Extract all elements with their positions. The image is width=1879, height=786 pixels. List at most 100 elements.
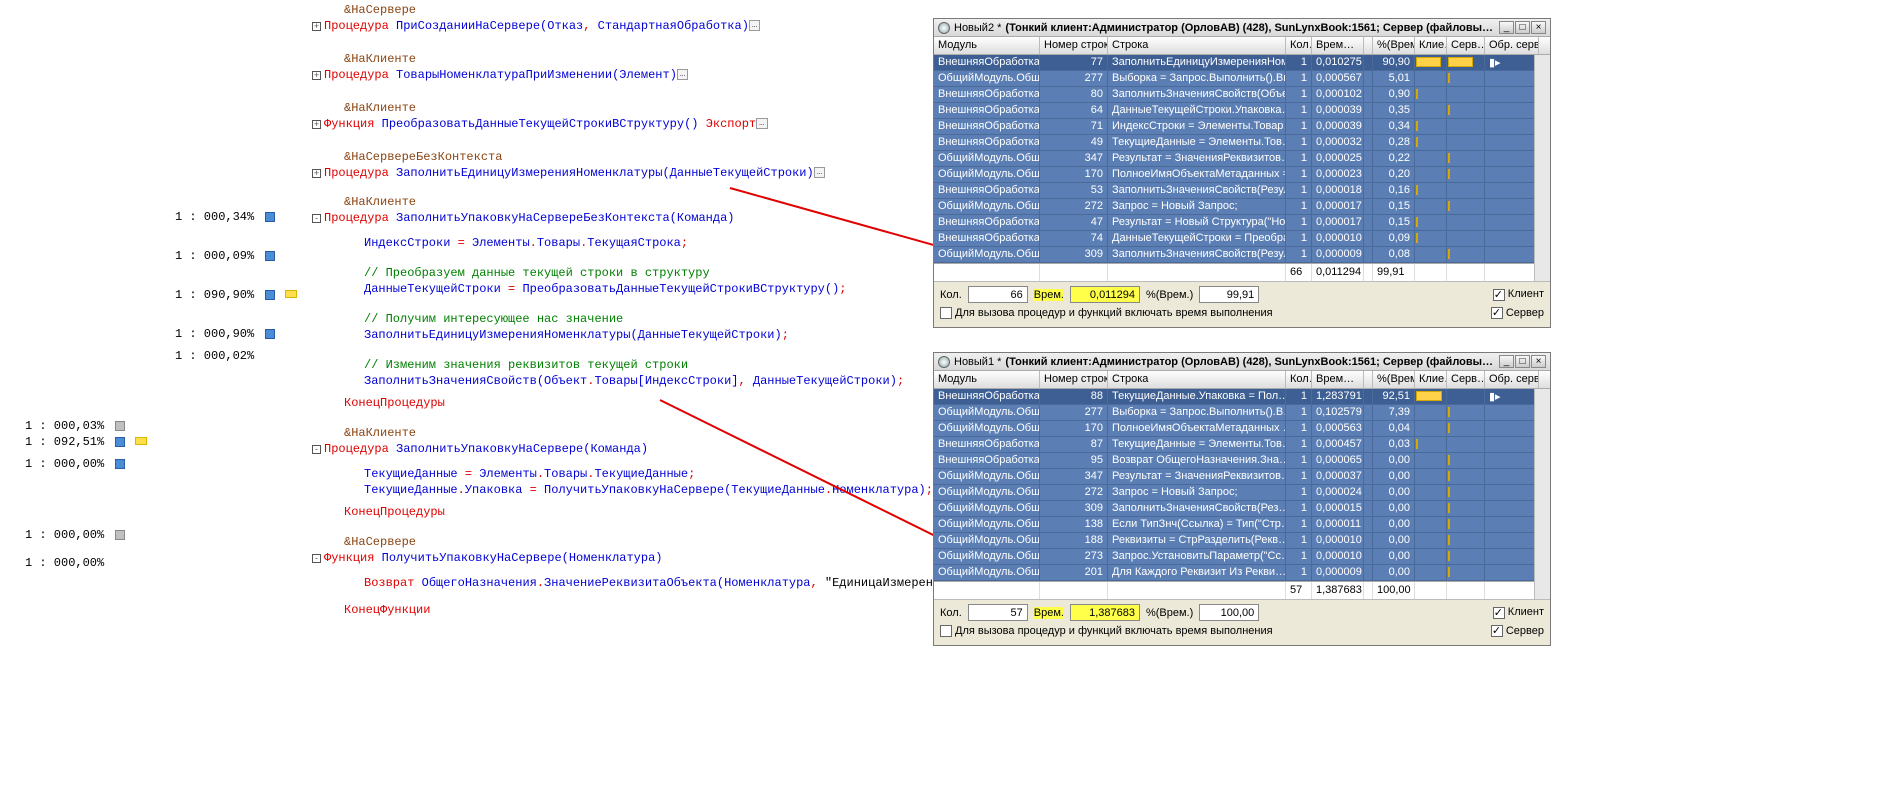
column-header[interactable]: [1364, 371, 1373, 388]
table-row[interactable]: ВнешняяОбработка.З…80ЗаполнитьЗначенияСв…: [934, 87, 1550, 103]
table-row[interactable]: ОбщийМодуль.Общег…347Результат = Значени…: [934, 151, 1550, 167]
table-row[interactable]: ОбщийМодуль.Общег…277Выборка = Запрос.Вы…: [934, 405, 1550, 421]
client-checkbox[interactable]: Клиент: [1493, 288, 1544, 300]
include-call-time-checkbox[interactable]: Для вызова процедур и функций включать в…: [940, 625, 1273, 637]
code-line[interactable]: // Изменим значения реквизитов текущей с…: [364, 358, 688, 374]
code-line[interactable]: Процедура ПриСозданииНаСервере(Отказ, Ст…: [324, 19, 760, 35]
server-checkbox[interactable]: Сервер: [1491, 307, 1544, 319]
count-field[interactable]: [968, 286, 1028, 303]
code-line[interactable]: &НаСервере: [344, 3, 416, 19]
code-fold-toggle[interactable]: +: [312, 71, 321, 80]
client-checkbox[interactable]: Клиент: [1493, 606, 1544, 618]
profiler-table[interactable]: МодульНомер строкиСтрокаКол…Врем… %(Врем…: [934, 37, 1550, 281]
code-line[interactable]: КонецПроцедуры: [344, 505, 445, 521]
table-row[interactable]: ОбщийМодуль.Общег…309ЗаполнитьЗначенияСв…: [934, 501, 1550, 517]
code-line[interactable]: Процедура ЗаполнитьУпаковкуНаСервере(Ком…: [324, 442, 648, 458]
code-line[interactable]: &НаКлиенте: [344, 426, 416, 442]
column-header[interactable]: Врем…: [1312, 37, 1364, 54]
code-line[interactable]: Процедура ЗаполнитьУпаковкуНаСервереБезК…: [324, 211, 735, 227]
code-line[interactable]: &НаКлиенте: [344, 101, 416, 117]
table-row[interactable]: ОбщийМодуль.Общег…347Результат = Значени…: [934, 469, 1550, 485]
column-header[interactable]: Номер строки: [1040, 37, 1108, 54]
code-line[interactable]: ТекущиеДанные.Упаковка = ПолучитьУпаковк…: [364, 483, 933, 499]
column-header[interactable]: Строка: [1108, 371, 1286, 388]
column-header[interactable]: Строка: [1108, 37, 1286, 54]
table-row[interactable]: ОбщийМодуль.Общег…309ЗаполнитьЗначенияСв…: [934, 247, 1550, 263]
column-header[interactable]: %(Врем.): [1373, 37, 1415, 54]
table-row[interactable]: ВнешняяОбработка.З…88ТекущиеДанные.Упако…: [934, 389, 1550, 405]
column-header[interactable]: %(Врем.): [1373, 371, 1415, 388]
code-fold-toggle[interactable]: +: [312, 169, 321, 178]
maximize-button[interactable]: □: [1515, 355, 1530, 368]
code-fold-toggle[interactable]: +: [312, 22, 321, 31]
count-field[interactable]: [968, 604, 1028, 621]
column-header[interactable]: Клие…: [1415, 371, 1447, 388]
table-row[interactable]: ОбщийМодуль.Общег…272Запрос = Новый Запр…: [934, 485, 1550, 501]
code-line[interactable]: ЗаполнитьЕдиницуИзмеренияНоменклатуры(Да…: [364, 328, 789, 344]
table-row[interactable]: ВнешняяОбработка.З…53ЗаполнитьЗначенияСв…: [934, 183, 1550, 199]
table-row[interactable]: ОбщийМодуль.Общег…272Запрос = Новый Запр…: [934, 199, 1550, 215]
code-line[interactable]: ЗаполнитьЗначенияСвойств(Объект.Товары[И…: [364, 374, 904, 390]
vertical-scrollbar[interactable]: [1534, 389, 1550, 599]
column-header[interactable]: Клие…: [1415, 37, 1447, 54]
vertical-scrollbar[interactable]: [1534, 55, 1550, 281]
pct-field[interactable]: [1199, 604, 1259, 621]
table-row[interactable]: ВнешняяОбработка.З…77ЗаполнитьЕдиницуИзм…: [934, 55, 1550, 71]
time-field[interactable]: [1070, 286, 1140, 303]
table-row[interactable]: ОбщийМодуль.Общег…188Реквизиты = СтрРазд…: [934, 533, 1550, 549]
pct-field[interactable]: [1199, 286, 1259, 303]
table-row[interactable]: ВнешняяОбработка.З…49ТекущиеДанные = Эле…: [934, 135, 1550, 151]
minimize-button[interactable]: _: [1499, 21, 1514, 34]
close-button[interactable]: ×: [1531, 21, 1546, 34]
column-header[interactable]: Серв…: [1447, 37, 1485, 54]
code-line[interactable]: КонецФункции: [344, 603, 430, 619]
code-line[interactable]: Функция ПолучитьУпаковкуНаСервере(Номенк…: [324, 551, 662, 567]
code-line[interactable]: Возврат ОбщегоНазначения.ЗначениеРеквизи…: [364, 576, 969, 592]
table-row[interactable]: ВнешняяОбработка.З…95Возврат ОбщегоНазна…: [934, 453, 1550, 469]
panel-titlebar[interactable]: Новый2 * (Тонкий клиент:Администратор (О…: [934, 19, 1550, 37]
column-header[interactable]: Кол…: [1286, 371, 1312, 388]
maximize-button[interactable]: □: [1515, 21, 1530, 34]
code-line[interactable]: Процедура ЗаполнитьЕдиницуИзмеренияНомен…: [324, 166, 825, 182]
code-line[interactable]: ИндексСтроки = Элементы.Товары.ТекущаяСт…: [364, 236, 688, 252]
code-line[interactable]: &НаСервереБезКонтекста: [344, 150, 502, 166]
profiler-table[interactable]: МодульНомер строкиСтрокаКол…Врем… %(Врем…: [934, 371, 1550, 599]
code-fold-toggle[interactable]: -: [312, 445, 321, 454]
code-line[interactable]: Функция ПреобразоватьДанныеТекущейСтроки…: [324, 117, 768, 133]
code-line[interactable]: &НаСервере: [344, 535, 416, 551]
table-row[interactable]: ВнешняяОбработка.З…87ТекущиеДанные = Эле…: [934, 437, 1550, 453]
table-row[interactable]: ОбщийМодуль.Общег…138Если ТипЗнч(Ссылка)…: [934, 517, 1550, 533]
code-fold-toggle[interactable]: -: [312, 214, 321, 223]
code-line[interactable]: Процедура ТоварыНоменклатураПриИзменении…: [324, 68, 688, 84]
table-row[interactable]: ОбщийМодуль.Общег…277Выборка = Запрос.Вы…: [934, 71, 1550, 87]
code-line[interactable]: ТекущиеДанные = Элементы.Товары.ТекущиеД…: [364, 467, 695, 483]
code-line[interactable]: КонецПроцедуры: [344, 396, 445, 412]
column-header[interactable]: Модуль: [934, 371, 1040, 388]
server-checkbox[interactable]: Сервер: [1491, 625, 1544, 637]
table-row[interactable]: ОбщийМодуль.Общег…170ПолноеИмяОбъектаМет…: [934, 421, 1550, 437]
column-header[interactable]: Обр. серве…: [1485, 37, 1539, 54]
close-button[interactable]: ×: [1531, 355, 1546, 368]
time-field[interactable]: [1070, 604, 1140, 621]
table-row[interactable]: ВнешняяОбработка.З…71ИндексСтроки = Элем…: [934, 119, 1550, 135]
table-row[interactable]: ОбщийМодуль.Общег…201Для Каждого Реквизи…: [934, 565, 1550, 581]
code-line[interactable]: &НаКлиенте: [344, 52, 416, 68]
table-row[interactable]: ВнешняяОбработка.З…64ДанныеТекущейСтроки…: [934, 103, 1550, 119]
table-row[interactable]: ВнешняяОбработка.З…74ДанныеТекущейСтроки…: [934, 231, 1550, 247]
code-fold-toggle[interactable]: +: [312, 120, 321, 129]
code-line[interactable]: ДанныеТекущейСтроки = ПреобразоватьДанны…: [364, 282, 847, 298]
column-header[interactable]: Кол…: [1286, 37, 1312, 54]
code-line[interactable]: &НаКлиенте: [344, 195, 416, 211]
column-header[interactable]: Модуль: [934, 37, 1040, 54]
code-fold-toggle[interactable]: -: [312, 554, 321, 563]
code-line[interactable]: // Преобразуем данные текущей строки в с…: [364, 266, 710, 282]
table-row[interactable]: ВнешняяОбработка.З…47Результат = Новый С…: [934, 215, 1550, 231]
code-line[interactable]: // Получим интересующее нас значение: [364, 312, 623, 328]
table-row[interactable]: ОбщийМодуль.Общег…273Запрос.УстановитьПа…: [934, 549, 1550, 565]
column-header[interactable]: [1364, 37, 1373, 54]
minimize-button[interactable]: _: [1499, 355, 1514, 368]
code-editor[interactable]: &НаСервере+Процедура ПриСозданииНаСервер…: [310, 0, 930, 786]
panel-titlebar[interactable]: Новый1 * (Тонкий клиент:Администратор (О…: [934, 353, 1550, 371]
include-call-time-checkbox[interactable]: Для вызова процедур и функций включать в…: [940, 307, 1273, 319]
table-row[interactable]: ОбщийМодуль.Общег…170ПолноеИмяОбъектаМет…: [934, 167, 1550, 183]
